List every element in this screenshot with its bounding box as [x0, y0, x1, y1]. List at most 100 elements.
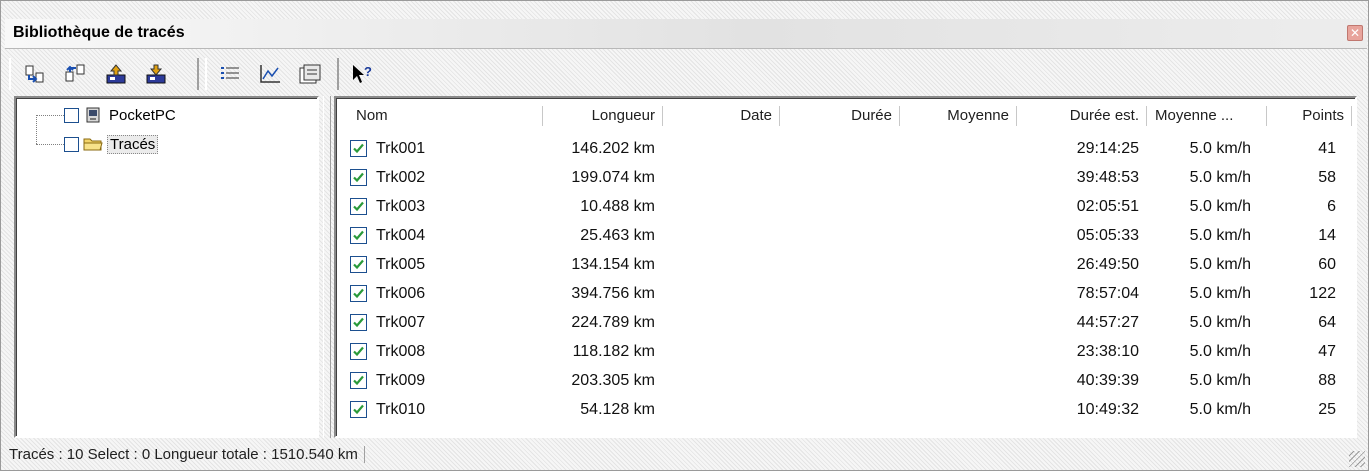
row-checkbox[interactable]: [350, 140, 367, 157]
column-header-label: Date: [740, 107, 772, 124]
cell-points: 60: [1318, 256, 1336, 273]
tree-item-pocketpc[interactable]: PocketPC: [64, 104, 178, 126]
table-row[interactable]: Trk007 224.789 km 44:57:27 5.0 km/h 64: [338, 308, 1352, 337]
cell-name: Trk005: [376, 256, 426, 273]
table-row[interactable]: Trk008 118.182 km 23:38:10 5.0 km/h 47: [338, 337, 1352, 366]
cell-average: [900, 279, 1009, 308]
help-button[interactable]: ?: [347, 61, 377, 87]
column-header-longueur[interactable]: Longueur: [543, 100, 663, 132]
title-bar[interactable]: Bibliothèque de tracés ✕: [5, 19, 1367, 49]
cell-points: 88: [1318, 372, 1336, 389]
row-checkbox[interactable]: [350, 343, 367, 360]
move-up-button[interactable]: [61, 61, 91, 87]
cell-est-duration: 29:14:25: [1076, 140, 1139, 157]
cell-est-duration: 23:38:10: [1076, 343, 1139, 360]
cell-est-average: 5.0 km/h: [1189, 256, 1251, 273]
table-row[interactable]: Trk001 146.202 km 29:14:25 5.0 km/h 41: [338, 134, 1352, 163]
list-view-button[interactable]: [215, 61, 245, 87]
cell-est-average: 5.0 km/h: [1189, 372, 1251, 389]
cell-average: [900, 395, 1009, 424]
row-checkbox[interactable]: [350, 314, 367, 331]
cell-name: Trk008: [376, 343, 426, 360]
row-checkbox[interactable]: [350, 169, 367, 186]
cell-name: Trk003: [376, 198, 426, 215]
cell-est-average: 5.0 km/h: [1189, 285, 1251, 302]
column-header-label: Nom: [356, 107, 388, 124]
cell-duration: [780, 192, 892, 221]
checkmark-icon: [353, 317, 364, 328]
cell-length: 394.756 km: [571, 285, 655, 302]
move-down-button[interactable]: [21, 61, 51, 87]
checkmark-icon: [353, 375, 364, 386]
column-header-moyenne[interactable]: Moyenne: [900, 100, 1017, 132]
tree-checkbox[interactable]: [64, 107, 79, 123]
row-checkbox[interactable]: [350, 372, 367, 389]
cell-duration: [780, 395, 892, 424]
table-row[interactable]: Trk002 199.074 km 39:48:53 5.0 km/h 58: [338, 163, 1352, 192]
table-row[interactable]: Trk003 10.488 km 02:05:51 5.0 km/h 6: [338, 192, 1352, 221]
column-header-duree[interactable]: Durée: [780, 100, 900, 132]
cell-name: Trk009: [376, 372, 426, 389]
checkmark-icon: [353, 172, 364, 183]
upload-icon: [106, 64, 126, 84]
toolbar-group-view: [205, 58, 339, 90]
checkmark-icon: [353, 346, 364, 357]
device-icon: [86, 107, 100, 123]
tree-item-traces[interactable]: Tracés: [64, 133, 159, 155]
properties-button[interactable]: [295, 61, 325, 87]
column-header-nom[interactable]: Nom: [338, 100, 543, 132]
tree-panel[interactable]: PocketPC Tracés: [14, 96, 319, 438]
checkmark-icon: [353, 143, 364, 154]
row-checkbox[interactable]: [350, 227, 367, 244]
cell-average: [900, 366, 1009, 395]
column-header-date[interactable]: Date: [663, 100, 780, 132]
cell-average: [900, 163, 1009, 192]
checkmark-icon: [353, 288, 364, 299]
cell-points: 64: [1318, 314, 1336, 331]
column-header-label: Longueur: [591, 107, 655, 124]
cell-date: [663, 366, 772, 395]
status-bar: Tracés : 10 Select : 0 Longueur totale :…: [5, 442, 1367, 469]
resize-grip[interactable]: [1349, 451, 1365, 467]
column-header-duree-est[interactable]: Durée est.: [1017, 100, 1147, 132]
cell-est-average: 5.0 km/h: [1189, 140, 1251, 157]
cell-points: 58: [1318, 169, 1336, 186]
cell-duration: [780, 163, 892, 192]
cell-date: [663, 308, 772, 337]
column-header-label: Moyenne: [947, 107, 1009, 124]
cell-length: 203.305 km: [571, 372, 655, 389]
table-row[interactable]: Trk004 25.463 km 05:05:33 5.0 km/h 14: [338, 221, 1352, 250]
tree-checkbox[interactable]: [64, 136, 79, 152]
track-list[interactable]: Nom Longueur Date Durée Moyenne Durée es…: [334, 96, 1357, 438]
status-text: Tracés : 10 Select : 0 Longueur totale :…: [9, 446, 365, 463]
svg-text:?: ?: [364, 64, 372, 79]
row-checkbox[interactable]: [350, 285, 367, 302]
table-row[interactable]: Trk010 54.128 km 10:49:32 5.0 km/h 25: [338, 395, 1352, 424]
cell-points: 47: [1318, 343, 1336, 360]
column-header-points[interactable]: Points: [1267, 100, 1352, 132]
row-checkbox[interactable]: [350, 256, 367, 273]
column-header-moyenne-est[interactable]: Moyenne ...: [1147, 100, 1267, 132]
panel-splitter[interactable]: [323, 96, 331, 438]
tree-connector: [36, 115, 64, 116]
cell-length: 134.154 km: [571, 256, 655, 273]
cell-length: 10.488 km: [580, 198, 655, 215]
close-button[interactable]: ✕: [1347, 25, 1363, 41]
row-checkbox[interactable]: [350, 401, 367, 418]
table-row[interactable]: Trk005 134.154 km 26:49:50 5.0 km/h 60: [338, 250, 1352, 279]
cell-date: [663, 221, 772, 250]
chart-button[interactable]: [255, 61, 285, 87]
upload-button[interactable]: [101, 61, 131, 87]
cell-average: [900, 221, 1009, 250]
table-row[interactable]: Trk006 394.756 km 78:57:04 5.0 km/h 122: [338, 279, 1352, 308]
download-button[interactable]: [141, 61, 171, 87]
cell-est-average: 5.0 km/h: [1189, 169, 1251, 186]
cell-duration: [780, 337, 892, 366]
cell-average: [900, 308, 1009, 337]
cell-date: [663, 250, 772, 279]
list-header: Nom Longueur Date Durée Moyenne Durée es…: [338, 100, 1352, 132]
table-row[interactable]: Trk009 203.305 km 40:39:39 5.0 km/h 88: [338, 366, 1352, 395]
cell-points: 14: [1318, 227, 1336, 244]
row-checkbox[interactable]: [350, 198, 367, 215]
cell-date: [663, 163, 772, 192]
